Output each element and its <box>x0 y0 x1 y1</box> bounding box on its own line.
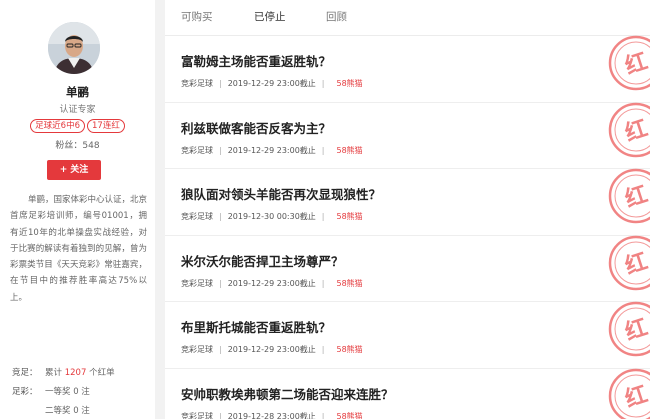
tab-review[interactable]: 回顾 <box>326 9 347 24</box>
competitive-stat-row: 竞足： 累计 1207 个红单 <box>12 364 152 383</box>
second-prize: 二等奖 0 注 <box>45 406 90 416</box>
article-price: 58熊猫 <box>336 278 363 288</box>
svg-text:红: 红 <box>622 248 650 280</box>
article-deadline: 2019-12-30 00:30截止 <box>227 212 316 221</box>
status-tabs: 可购买 已停止 回顾 <box>165 0 650 36</box>
stat-prefix: 累计 <box>45 368 63 378</box>
first-prize: 一等奖 0 注 <box>45 387 90 397</box>
second-prize-row: 二等奖 0 注 <box>12 402 152 419</box>
article-meta: 竞彩足球 | 2019-12-30 00:30截止 | 58熊猫 <box>181 212 363 221</box>
plus-icon: + <box>59 165 68 175</box>
article-price: 58熊猫 <box>336 411 363 419</box>
red-win-stamp-icon: 红 <box>608 368 650 419</box>
streak-tag: 17连红 <box>87 119 125 133</box>
article-item[interactable]: 富勒姆主场能否重返胜轨？ 竞彩足球 | 2019-12-29 23:00截止 | 58熊… <box>165 35 650 103</box>
article-title[interactable]: 富勒姆主场能否重返胜轨？ <box>181 51 331 70</box>
article-title[interactable]: 布里斯托城能否重返胜轨？ <box>181 317 331 336</box>
record-tags: 足球近6中6 17连红 <box>0 119 155 133</box>
certification-label: 认证专家 <box>59 105 96 115</box>
article-meta: 竞彩足球 | 2019-12-29 23:00截止 | 58熊猫 <box>181 345 363 354</box>
article-item[interactable]: 安帅职教埃弗顿第二场能否迎来连胜？ 竞彩足球 | 2019-12-28 23:00截… <box>165 368 650 419</box>
expert-name: 单鹂 <box>66 85 89 99</box>
avatar[interactable] <box>48 22 100 74</box>
article-price: 58熊猫 <box>336 345 363 354</box>
article-category: 竞彩足球 <box>181 212 213 221</box>
svg-text:红: 红 <box>622 115 650 147</box>
article-title[interactable]: 狼队面对领头羊能否再次显现狼性？ <box>181 184 381 203</box>
red-win-stamp-icon: 红 <box>608 35 650 91</box>
prize-stats: 竞足： 累计 1207 个红单 足彩： 一等奖 0 注 二等奖 0 注 <box>12 364 152 419</box>
follow-button[interactable]: + 关注 <box>47 160 101 180</box>
stat-label: 竞足： <box>12 368 38 378</box>
article-category: 竞彩足球 <box>181 345 213 354</box>
article-item[interactable]: 狼队面对领头羊能否再次显现狼性？ 竞彩足球 | 2019-12-30 00:30截止… <box>165 168 650 236</box>
expert-profile-panel: 单鹂 认证专家 足球近6中6 17连红 粉丝：548 + 关注 单鹂，国家体彩中心… <box>0 0 155 419</box>
article-list-panel: 可购买 已停止 回顾 富勒姆主场能否重返胜轨？ 竞彩足球 | 2019-12-29 … <box>165 0 650 419</box>
article-title[interactable]: 利兹联做客能否反客为主？ <box>181 118 331 137</box>
article-meta: 竞彩足球 | 2019-12-29 23:00截止 | 58熊猫 <box>181 145 363 155</box>
article-deadline: 2019-12-29 23:00截止 <box>227 79 316 88</box>
tab-available[interactable]: 可购买 <box>181 9 213 24</box>
article-title[interactable]: 安帅职教埃弗顿第二场能否迎来连胜？ <box>181 384 394 403</box>
article-item[interactable]: 利兹联做客能否反客为主？ 竞彩足球 | 2019-12-29 23:00截止 | 58熊… <box>165 102 650 169</box>
article-meta: 竞彩足球 | 2019-12-28 23:00截止 | 58熊猫 <box>181 411 363 419</box>
article-price: 58熊猫 <box>336 145 363 155</box>
follow-label: 关注 <box>70 165 89 175</box>
fans-count: 粉丝：548 <box>55 141 100 151</box>
svg-text:红: 红 <box>622 381 650 413</box>
expert-bio: 单鹂，国家体彩中心认证，北京首席足彩培训师，编号01001，拥有近10年的北单操… <box>10 195 148 303</box>
red-win-stamp-icon: 红 <box>608 102 650 157</box>
tab-stopped[interactable]: 已停止 <box>254 9 286 24</box>
svg-text:红: 红 <box>622 48 650 80</box>
svg-text:红: 红 <box>622 314 650 346</box>
article-category: 竞彩足球 <box>181 411 213 419</box>
article-title[interactable]: 米尔沃尔能否捍卫主场尊严？ <box>181 251 344 270</box>
stat-suffix: 个红单 <box>89 368 115 378</box>
article-deadline: 2019-12-29 23:00截止 <box>227 145 316 155</box>
article-price: 58熊猫 <box>336 79 363 88</box>
svg-text:红: 红 <box>622 181 650 213</box>
article-deadline: 2019-12-28 23:00截止 <box>227 411 316 419</box>
article-item[interactable]: 布里斯托城能否重返胜轨？ 竞彩足球 | 2019-12-29 23:00截止 | 58熊… <box>165 301 650 369</box>
article-deadline: 2019-12-29 23:00截止 <box>227 278 316 288</box>
article-category: 竞彩足球 <box>181 145 213 155</box>
article-category: 竞彩足球 <box>181 79 213 88</box>
red-count: 1207 <box>64 368 87 378</box>
article-meta: 竞彩足球 | 2019-12-29 23:00截止 | 58熊猫 <box>181 278 363 288</box>
article-price: 58熊猫 <box>336 212 363 221</box>
article-meta: 竞彩足球 | 2019-12-29 23:00截止 | 58熊猫 <box>181 79 363 88</box>
article-category: 竞彩足球 <box>181 278 213 288</box>
article-deadline: 2019-12-29 23:00截止 <box>227 345 316 354</box>
red-win-stamp-icon: 红 <box>608 235 650 290</box>
record-tag: 足球近6中6 <box>30 119 85 133</box>
red-win-stamp-icon: 红 <box>608 168 650 224</box>
stat-label: 足彩： <box>12 387 38 397</box>
article-item[interactable]: 米尔沃尔能否捍卫主场尊严？ 竞彩足球 | 2019-12-29 23:00截止 | 58… <box>165 235 650 302</box>
article-list: 富勒姆主场能否重返胜轨？ 竞彩足球 | 2019-12-29 23:00截止 | 58熊… <box>165 35 650 419</box>
red-win-stamp-icon: 红 <box>608 301 650 357</box>
lottery-stat-row: 足彩： 一等奖 0 注 <box>12 383 152 402</box>
